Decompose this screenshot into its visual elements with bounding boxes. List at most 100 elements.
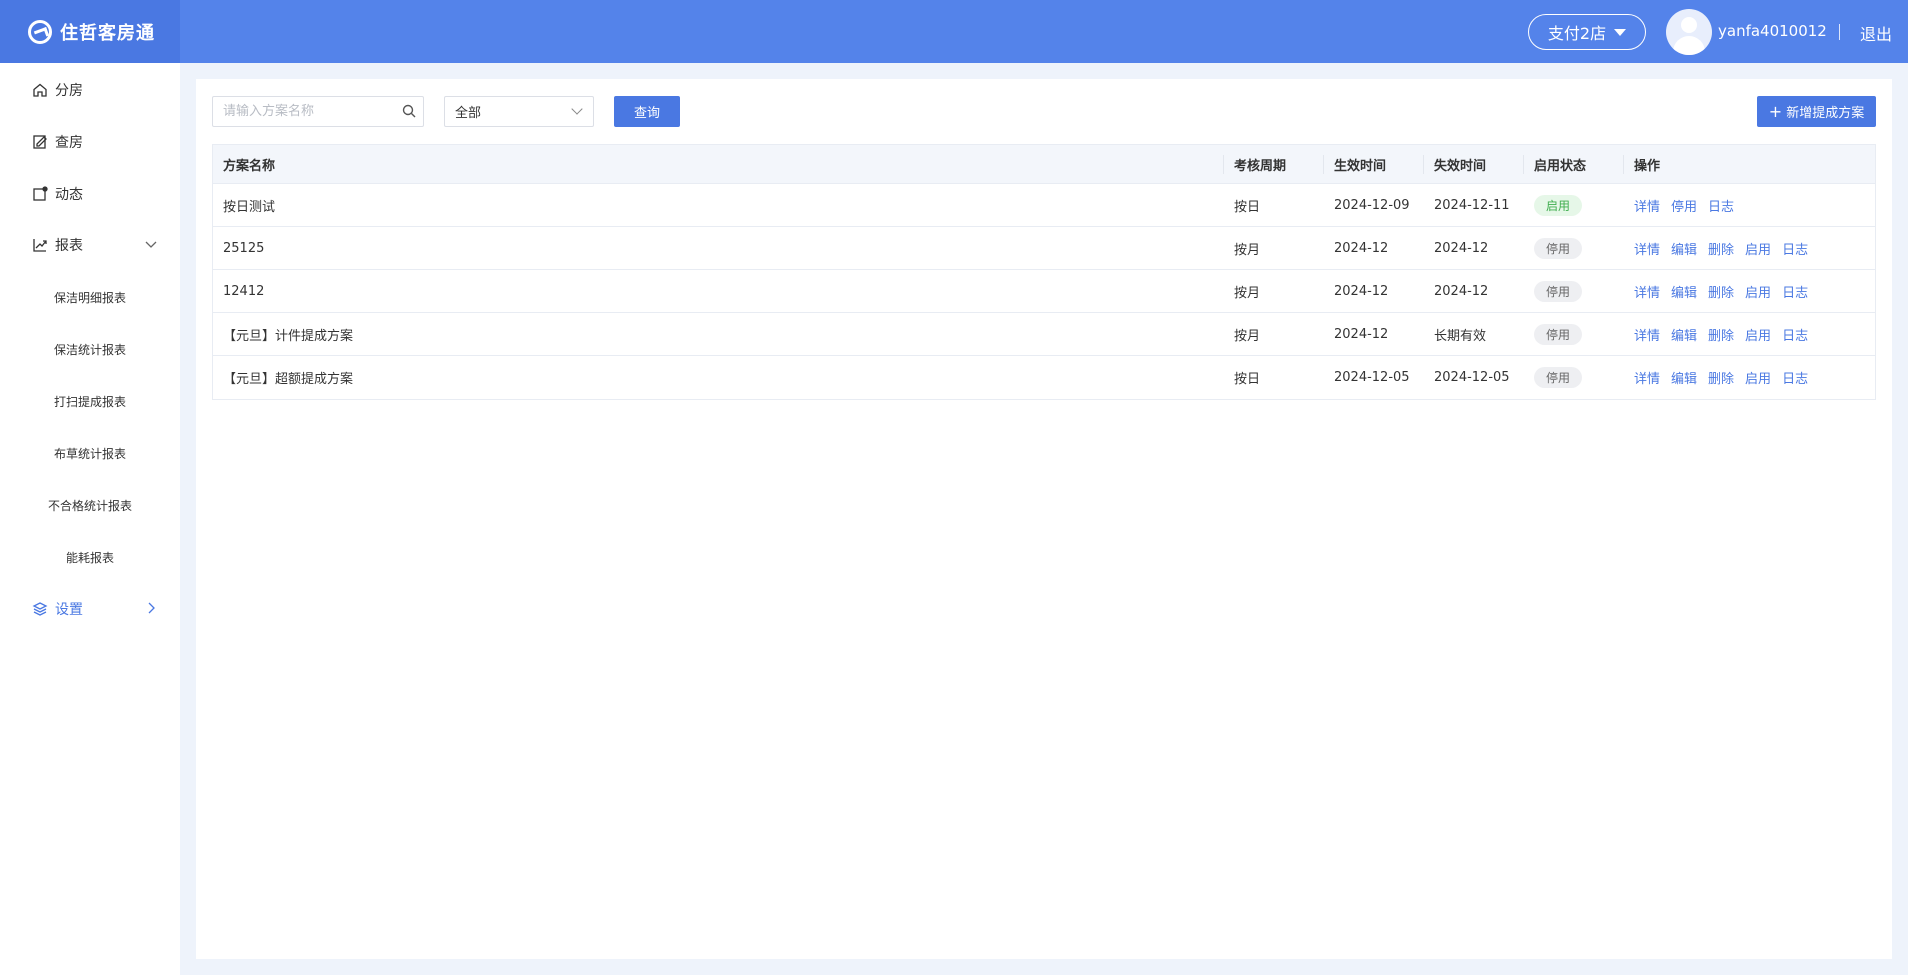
cell-end-date: 2024-12-11	[1434, 197, 1510, 213]
layers-icon	[31, 600, 49, 618]
action-link[interactable]: 编辑	[1671, 239, 1697, 258]
cell-period: 按月	[1234, 328, 1261, 344]
cell-period: 按日	[1234, 199, 1261, 215]
sidebar-item-label: 查房	[55, 135, 83, 151]
sidebar-item-label: 报表	[55, 238, 83, 254]
action-link[interactable]: 编辑	[1671, 368, 1697, 387]
action-link[interactable]: 启用	[1745, 282, 1771, 301]
action-link[interactable]: 编辑	[1671, 282, 1697, 301]
action-link[interactable]: 启用	[1745, 239, 1771, 258]
action-link[interactable]: 详情	[1634, 282, 1660, 301]
cell-status: 停用	[1534, 270, 1583, 312]
sidebar-item-reports[interactable]: 报表	[0, 225, 180, 265]
column-header-name: 方案名称	[223, 158, 276, 174]
column-header-actions: 操作	[1634, 158, 1661, 174]
action-link[interactable]: 详情	[1634, 239, 1660, 258]
action-link[interactable]: 启用	[1745, 325, 1771, 344]
action-link[interactable]: 详情	[1634, 196, 1660, 215]
status-badge: 停用	[1534, 323, 1583, 345]
cell-start-date: 2024-12	[1334, 326, 1389, 342]
plus-icon: +	[1768, 102, 1783, 121]
cell-end-date: 2024-12-05	[1434, 370, 1510, 385]
cell-end-date: 2024-12	[1434, 240, 1489, 256]
cell-actions: 详情 停用 日志	[1634, 184, 1745, 226]
cell-plan-name: 【元旦】超额提成方案	[223, 372, 354, 387]
sidebar-item-label: 分房	[55, 83, 83, 99]
sidebar-item-inspect[interactable]: 查房	[0, 122, 180, 162]
action-link[interactable]: 删除	[1708, 368, 1734, 387]
cell-actions: 详情 编辑 删除 启用 日志	[1634, 270, 1819, 312]
table-row: 12412 按月 2024-12 2024-12 停用 详情 编辑 删除 启用 日志	[213, 270, 1875, 313]
avatar[interactable]	[1666, 9, 1712, 55]
store-selector-button[interactable]: 支付2店	[1528, 14, 1646, 50]
sidebar-subitem-cleaning-detail[interactable]: 保洁明细报表	[0, 277, 180, 317]
search-box	[212, 96, 424, 127]
column-header-period: 考核周期	[1234, 158, 1287, 174]
action-link[interactable]: 删除	[1708, 239, 1734, 258]
sidebar-subitem-cleaning-commission[interactable]: 打扫提成报表	[0, 381, 180, 421]
action-link[interactable]: 停用	[1671, 196, 1697, 215]
logo[interactable]: 住哲客房通	[0, 0, 180, 63]
main-panel: 全部 查询 + 新增提成方案 方案名称 考核周期 生效时间 失效时间 启用状态 …	[196, 79, 1892, 959]
status-select[interactable]: 全部	[444, 96, 594, 127]
cell-start-date: 2024-12-05	[1334, 370, 1410, 385]
action-link[interactable]: 详情	[1634, 368, 1660, 387]
cell-status: 停用	[1534, 227, 1583, 269]
sidebar-subitem-unqualified-stats[interactable]: 不合格统计报表	[0, 485, 180, 525]
action-link[interactable]: 日志	[1782, 368, 1808, 387]
top-header: 住哲客房通 支付2店 yanfa4010012 退出	[0, 0, 1908, 63]
action-link[interactable]: 详情	[1634, 325, 1660, 344]
cell-end-date: 长期有效	[1434, 328, 1487, 344]
action-link[interactable]: 删除	[1708, 325, 1734, 344]
sidebar-item-settings[interactable]: 设置	[0, 589, 180, 629]
table-row: 25125 按月 2024-12 2024-12 停用 详情 编辑 删除 启用 日志	[213, 227, 1875, 270]
action-link[interactable]: 删除	[1708, 282, 1734, 301]
cell-period: 按日	[1234, 372, 1261, 387]
table-row: 【元旦】计件提成方案 按月 2024-12 长期有效 停用 详情 编辑 删除 启用 日志	[213, 313, 1875, 356]
sidebar-subitem-linen-stats[interactable]: 布草统计报表	[0, 433, 180, 473]
sidebar-item-dynamic[interactable]: 动态	[0, 174, 180, 214]
cell-plan-name: 按日测试	[223, 199, 276, 215]
column-header-end: 失效时间	[1434, 158, 1487, 174]
action-link[interactable]: 编辑	[1671, 325, 1697, 344]
cell-period: 按月	[1234, 242, 1261, 258]
chevron-down-icon	[144, 237, 158, 254]
username: yanfa4010012	[1718, 22, 1827, 40]
action-link[interactable]: 启用	[1745, 368, 1771, 387]
chevron-right-icon	[144, 601, 158, 618]
table-row: 【元旦】超额提成方案 按日 2024-12-05 2024-12-05 停用 详情 编辑 删除…	[213, 356, 1875, 399]
query-button[interactable]: 查询	[614, 96, 680, 127]
status-badge: 停用	[1534, 280, 1583, 302]
chevron-down-icon	[571, 103, 583, 115]
cell-start-date: 2024-12	[1334, 240, 1389, 256]
sidebar-subitem-energy[interactable]: 能耗报表	[0, 537, 180, 577]
chart-up-icon	[31, 236, 49, 254]
header-divider	[1839, 24, 1840, 40]
cell-status: 停用	[1534, 313, 1583, 355]
store-name: 支付2店	[1547, 24, 1607, 43]
search-icon[interactable]	[401, 103, 417, 119]
app-title: 住哲客房通	[60, 22, 155, 44]
commission-plan-table: 方案名称 考核周期 生效时间 失效时间 启用状态 操作 按日测试 按日 2024-1…	[212, 144, 1876, 400]
cell-start-date: 2024-12-09	[1334, 197, 1410, 213]
cell-start-date: 2024-12	[1334, 283, 1389, 299]
cell-plan-name: 25125	[223, 240, 265, 256]
search-input[interactable]	[213, 97, 393, 126]
cell-plan-name: 【元旦】计件提成方案	[223, 328, 354, 344]
sidebar-item-rooms[interactable]: 分房	[0, 70, 180, 110]
action-link[interactable]: 日志	[1782, 325, 1808, 344]
table-row: 按日测试 按日 2024-12-09 2024-12-11 启用 详情 停用 日志	[213, 184, 1875, 227]
sidebar-subitem-cleaning-stats[interactable]: 保洁统计报表	[0, 329, 180, 369]
cell-end-date: 2024-12	[1434, 283, 1489, 299]
action-link[interactable]: 日志	[1782, 282, 1808, 301]
table-body: 按日测试 按日 2024-12-09 2024-12-11 启用 详情 停用 日志 25125 按…	[213, 184, 1875, 399]
cell-plan-name: 12412	[223, 283, 265, 299]
logout-button[interactable]: 退出	[1860, 21, 1892, 45]
table-header-row: 方案名称 考核周期 生效时间 失效时间 启用状态 操作	[213, 145, 1875, 184]
status-badge: 停用	[1534, 237, 1583, 259]
add-commission-plan-button[interactable]: + 新增提成方案	[1757, 96, 1876, 127]
action-link[interactable]: 日志	[1782, 239, 1808, 258]
action-link[interactable]: 日志	[1708, 196, 1734, 215]
cell-period: 按月	[1234, 285, 1261, 301]
cell-actions: 详情 编辑 删除 启用 日志	[1634, 356, 1819, 399]
